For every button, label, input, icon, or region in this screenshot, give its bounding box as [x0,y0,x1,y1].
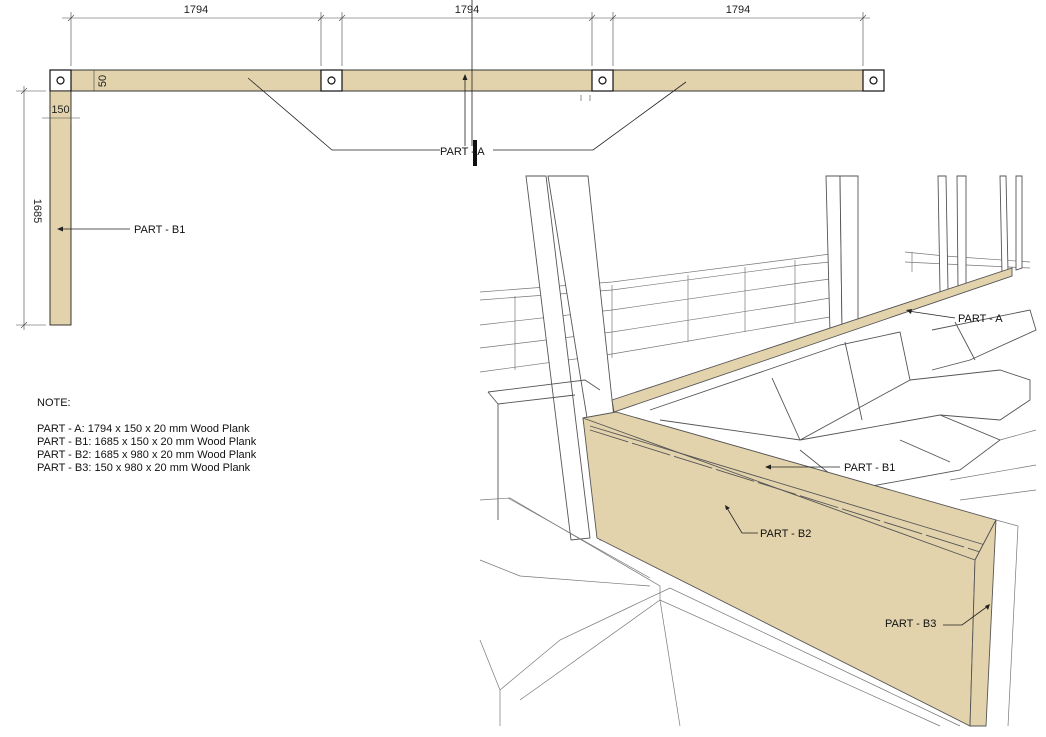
post-3 [591,69,614,92]
post-4 [862,69,885,92]
post-1 [49,69,72,92]
part-a-plank-3 [612,69,864,92]
note-line-1: PART - A: 1794 x 150 x 20 mm Wood Plank [37,423,250,435]
note-line-2: PART - B1: 1685 x 150 x 20 mm Wood Plank [37,436,257,448]
dimension-span-3: 1794 [726,4,750,16]
side-frame-line [995,519,1019,727]
perspective-part-a-beam [611,267,1013,413]
notes-heading: NOTE: [37,397,71,409]
plan-label-part-a: PART - A [440,146,485,158]
dimension-plank-width: 150 [51,104,69,116]
perspective-label-part-b3: PART - B3 [885,618,936,630]
perspective-label-part-b1: PART - B1 [844,462,895,474]
notes-block: NOTE: PART - A: 1794 x 150 x 20 mm Wood … [37,397,257,474]
dimension-beam-height: 50 [97,75,109,87]
plan-label-part-b1: PART - B1 [134,224,185,236]
dimension-side-length: 1685 [31,199,43,223]
note-line-4: PART - B3: 150 x 980 x 20 mm Wood Plank [37,462,251,474]
plan-view: 1794 1794 1794 50 150 1685 PART - A PART… [16,0,885,330]
top-dimension-lines [62,12,870,66]
perspective-label-part-b2: PART - B2 [760,528,811,540]
part-a-plank-2 [341,69,593,92]
perspective-label-part-a: PART - A [958,313,1003,325]
dimension-span-1: 1794 [184,4,208,16]
drawing-canvas: 1794 1794 1794 50 150 1685 PART - A PART… [16,0,1037,727]
part-b1-plank [49,90,72,326]
dimension-span-2: 1794 [455,4,479,16]
post-2 [320,69,343,92]
perspective-view: PART - A PART - B1 PART - B2 PART - B3 [479,175,1037,727]
note-line-3: PART - B2: 1685 x 980 x 20 mm Wood Plank [37,449,257,461]
